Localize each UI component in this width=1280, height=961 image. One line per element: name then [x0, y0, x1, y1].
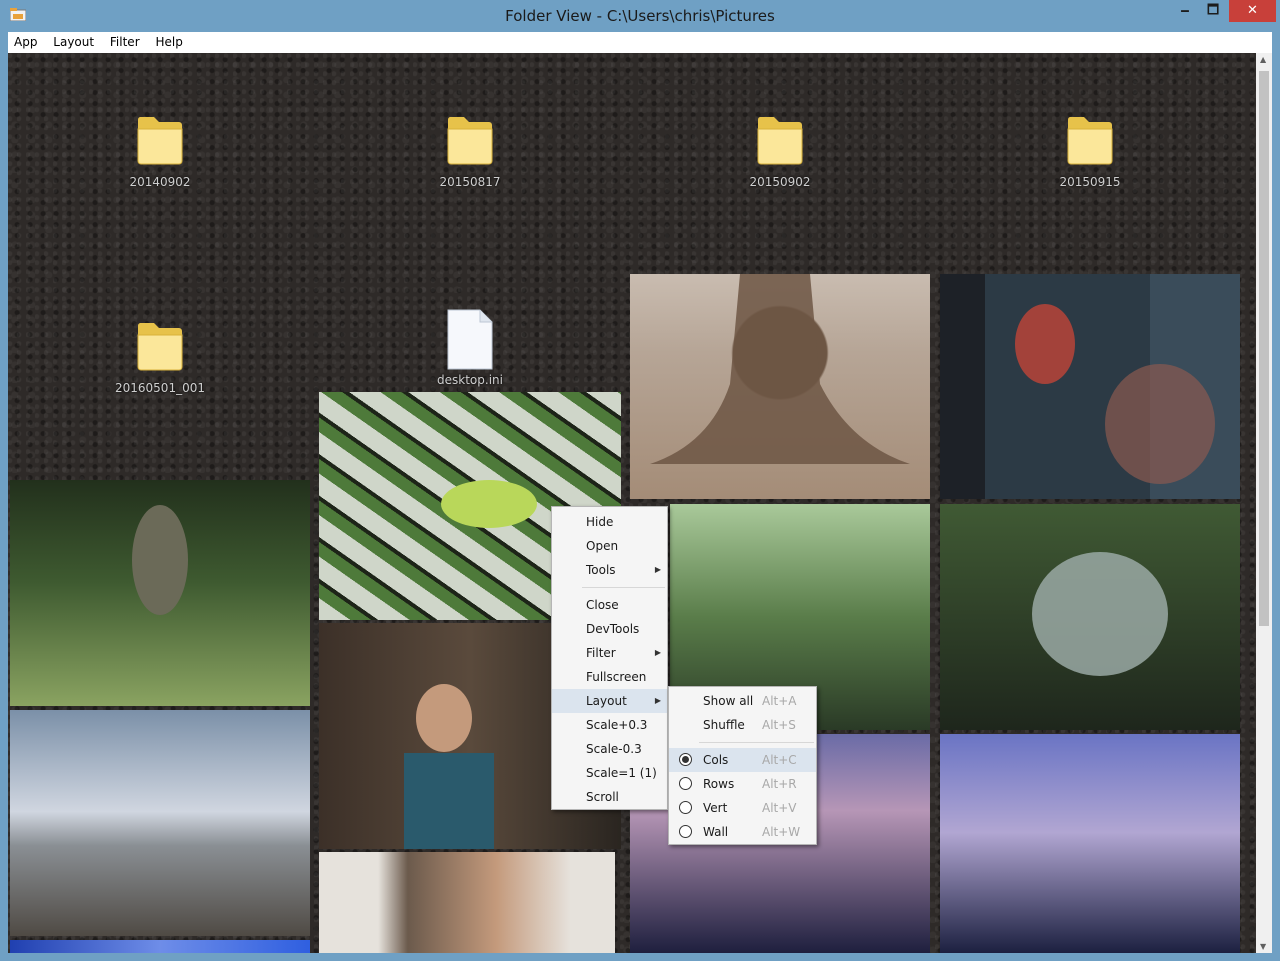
- layout-submenu-item-show-all[interactable]: Show all Alt+A: [669, 689, 816, 713]
- folder-icon: [447, 117, 493, 165]
- minimize-button[interactable]: 🗕: [1171, 0, 1199, 22]
- folder-icon: [137, 323, 183, 371]
- menu-app[interactable]: App: [8, 32, 43, 52]
- folder-label: 20150902: [749, 175, 811, 189]
- menu-layout[interactable]: Layout: [47, 32, 100, 52]
- dusk-river-photo[interactable]: [940, 734, 1240, 953]
- tree-trunk-shape: [650, 274, 910, 464]
- folder-label: 20150915: [1059, 175, 1121, 189]
- aquarium-octopus-photo[interactable]: [940, 274, 1240, 499]
- context-menu-item-filter[interactable]: Filter ▶: [552, 641, 667, 665]
- vertical-scrollbar[interactable]: ▲ ▼: [1256, 53, 1272, 953]
- toad-shape: [132, 505, 188, 615]
- folder-item[interactable]: 20150817: [410, 109, 530, 189]
- acrylic-dome-tank-photo[interactable]: [940, 504, 1240, 730]
- menu-separator: [582, 587, 665, 588]
- window-title: Folder View - C:\Users\chris\Pictures: [505, 7, 775, 25]
- context-menu-item-open[interactable]: Open: [552, 534, 667, 558]
- submenu-arrow-icon: ▶: [654, 648, 661, 657]
- folder-item[interactable]: 20160501_001: [100, 315, 220, 395]
- context-menu-item-scale-reset[interactable]: Scale=1 (1): [552, 761, 667, 785]
- folder-icon: [1067, 117, 1113, 165]
- folder-icon: [757, 117, 803, 165]
- context-menu: Hide Open Tools ▶ Close DevTools Filter ▶ …: [551, 506, 668, 810]
- radio-unselected-icon: [679, 825, 692, 838]
- folder-item[interactable]: 20140902: [100, 109, 220, 189]
- menu-help[interactable]: Help: [149, 32, 188, 52]
- context-menu-item-hide[interactable]: Hide: [552, 510, 667, 534]
- dome-shape: [1032, 552, 1168, 676]
- maximize-button[interactable]: 🗖: [1199, 0, 1227, 22]
- context-menu-item-scroll[interactable]: Scroll: [552, 785, 667, 809]
- file-label: desktop.ini: [437, 373, 503, 387]
- scroll-down-arrow-icon[interactable]: ▼: [1260, 942, 1266, 951]
- radio-selected-icon: [679, 753, 692, 766]
- file-icon: [447, 309, 493, 370]
- layout-submenu-item-rows[interactable]: Rows Alt+R: [669, 772, 816, 796]
- context-menu-item-scale-down[interactable]: Scale-0.3: [552, 737, 667, 761]
- radio-unselected-icon: [679, 777, 692, 790]
- layout-submenu-item-cols[interactable]: Cols Alt+C: [669, 748, 816, 772]
- tree-roots-photo[interactable]: [630, 274, 930, 499]
- radio-unselected-icon: [679, 801, 692, 814]
- title-bar[interactable]: Folder View - C:\Users\chris\Pictures 🗕 …: [0, 0, 1280, 32]
- menu-bar: App Layout Filter Help: [8, 32, 1272, 53]
- scroll-thumb[interactable]: [1259, 71, 1269, 626]
- folder-view-canvas[interactable]: 20140902 20150817 20150902 20150915 2016…: [8, 53, 1256, 953]
- scroll-up-arrow-icon[interactable]: ▲: [1260, 55, 1266, 64]
- close-button[interactable]: ✕: [1229, 0, 1276, 22]
- blue-sky-photo[interactable]: [10, 940, 310, 953]
- folder-label: 20140902: [129, 175, 191, 189]
- folder-item[interactable]: 20150902: [720, 109, 840, 189]
- context-menu-item-devtools[interactable]: DevTools: [552, 617, 667, 641]
- app-window: Folder View - C:\Users\chris\Pictures 🗕 …: [0, 0, 1280, 961]
- submenu-arrow-icon: ▶: [654, 696, 661, 705]
- context-menu-item-fullscreen[interactable]: Fullscreen: [552, 665, 667, 689]
- context-menu-item-close[interactable]: Close: [552, 593, 667, 617]
- file-item[interactable]: desktop.ini: [410, 309, 530, 387]
- mountain-river-town-photo[interactable]: [10, 710, 310, 936]
- context-menu-item-layout[interactable]: Layout ▶: [552, 689, 667, 713]
- folder-item[interactable]: 20150915: [1030, 109, 1150, 189]
- layout-submenu: Show all Alt+A Shuffle Alt+S Cols Alt+C Row…: [668, 686, 817, 845]
- toad-in-water-photo[interactable]: [10, 480, 310, 706]
- menu-filter[interactable]: Filter: [104, 32, 146, 52]
- folder-label: 20150817: [439, 175, 501, 189]
- folder-label: 20160501_001: [115, 381, 205, 395]
- submenu-arrow-icon: ▶: [654, 565, 661, 574]
- octopus-shape: [1015, 304, 1215, 484]
- context-menu-item-tools[interactable]: Tools ▶: [552, 558, 667, 582]
- folder-icon: [137, 117, 183, 165]
- context-menu-item-scale-up[interactable]: Scale+0.3: [552, 713, 667, 737]
- layout-submenu-item-shuffle[interactable]: Shuffle Alt+S: [669, 713, 816, 737]
- menu-separator: [699, 742, 814, 743]
- smiling-person-photo[interactable]: [319, 852, 615, 953]
- layout-submenu-item-wall[interactable]: Wall Alt+W: [669, 820, 816, 844]
- layout-submenu-item-vert[interactable]: Vert Alt+V: [669, 796, 816, 820]
